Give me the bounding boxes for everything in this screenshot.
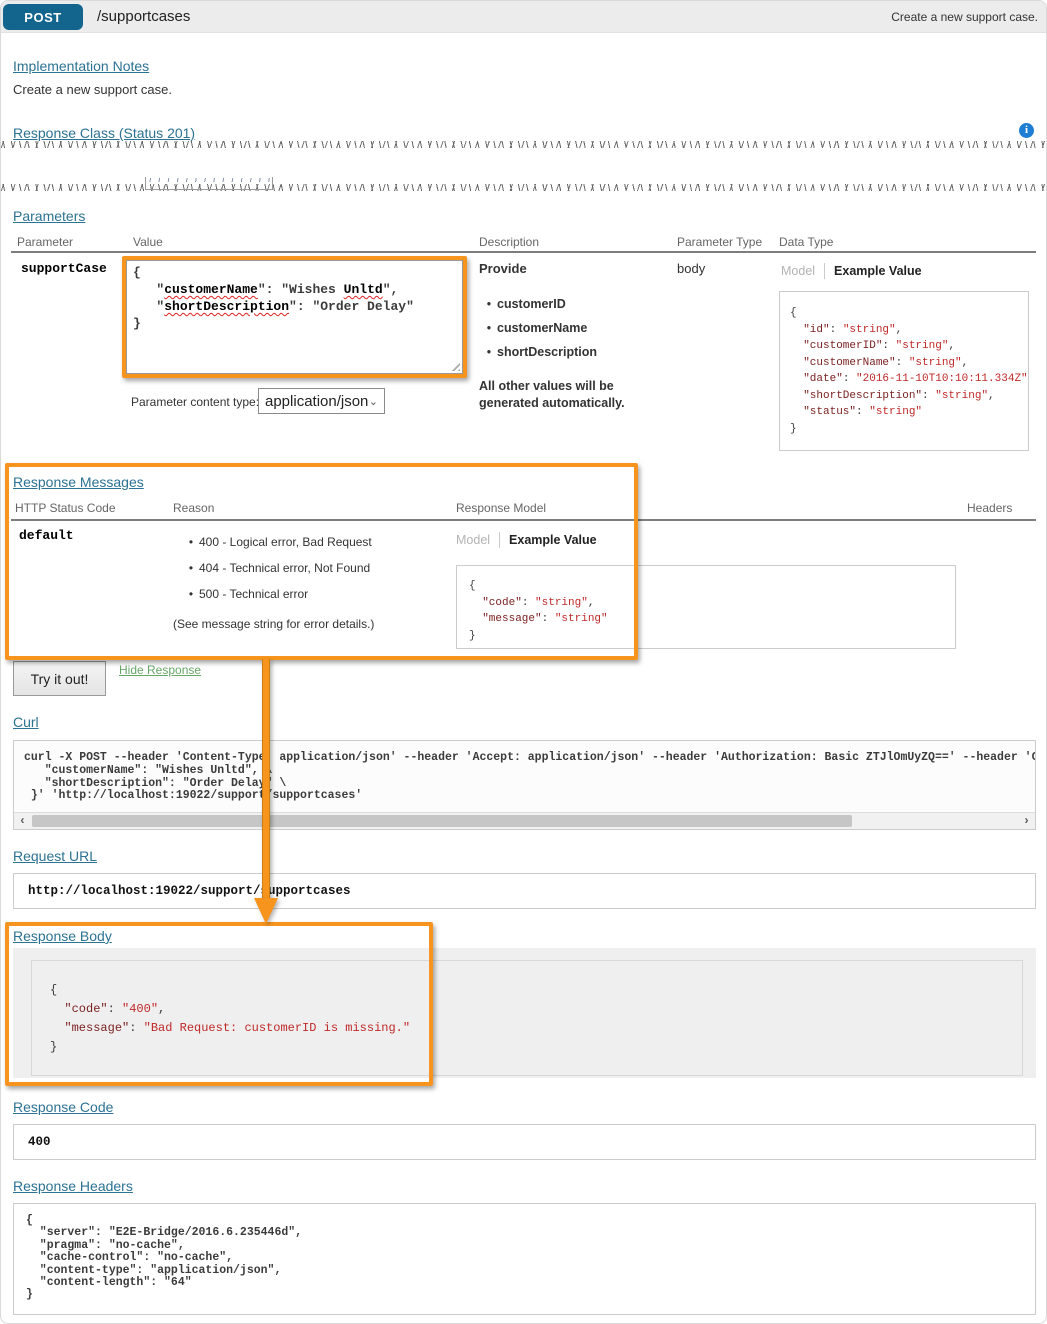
curl-command-box: curl -X POST --header 'Content-Type: app…: [13, 740, 1036, 830]
response-code-box: 400: [13, 1124, 1036, 1160]
try-it-out-button[interactable]: Try it out!: [13, 661, 106, 696]
operation-panel: POST /supportcases Create a new support …: [0, 0, 1047, 1324]
col-description: Description: [479, 235, 540, 249]
implementation-notes-heading[interactable]: Implementation Notes: [13, 58, 149, 74]
tab-example-value[interactable]: Example Value: [834, 264, 922, 278]
curl-heading[interactable]: Curl: [13, 714, 39, 730]
content-type-value: application/json: [265, 392, 369, 410]
col-parameter: Parameter: [17, 235, 74, 249]
col-http-status: HTTP Status Code: [15, 501, 116, 515]
response-code-heading[interactable]: Response Code: [13, 1099, 113, 1115]
reason-bullet-list: • 400 - Logical error, Bad Request • 404 - …: [188, 535, 372, 601]
content-type-label: Parameter content type:: [131, 395, 260, 409]
request-url-box: http://localhost:19022/support/supportca…: [13, 873, 1036, 909]
description-note: All other values will be generated autom…: [479, 379, 625, 410]
scrollbar-thumb[interactable]: [32, 815, 852, 827]
description-intro: Provide: [479, 261, 527, 276]
parameters-heading[interactable]: Parameters: [13, 208, 85, 224]
request-url-value: http://localhost:19022/support/supportca…: [28, 884, 351, 898]
tab-separator: [824, 263, 826, 279]
horizontal-scrollbar[interactable]: ‹ ›: [14, 812, 1035, 829]
operation-summary: Create a new support case.: [891, 10, 1038, 24]
parameter-value-textarea[interactable]: { "customerName": "Wishes Unltd", "short…: [126, 260, 463, 374]
table-rule: [11, 519, 1036, 521]
parameter-name: supportCase: [21, 261, 107, 276]
reason-note: (See message string for error details.): [173, 617, 375, 631]
col-reason: Reason: [173, 501, 215, 515]
response-messages-heading[interactable]: Response Messages: [13, 474, 144, 490]
col-parameter-type: Parameter Type: [677, 235, 763, 249]
parameter-type-cell: body: [677, 261, 706, 276]
response-code-value: 400: [28, 1135, 51, 1149]
data-type-tabs: Model Example Value: [781, 263, 922, 279]
torn-edge-top: [1, 141, 1046, 148]
info-icon[interactable]: i: [1019, 123, 1034, 138]
col-response-model: Response Model: [456, 501, 547, 515]
tab-example-value[interactable]: Example Value: [509, 533, 597, 547]
parameter-value-editor-highlight: { "customerName": "Wishes Unltd", "short…: [122, 256, 467, 378]
col-data-type: Data Type: [779, 235, 834, 249]
parameter-content-type-select[interactable]: application/json ⌄: [258, 388, 385, 414]
response-status-cell: default: [19, 528, 74, 543]
col-headers: Headers: [967, 501, 1013, 515]
response-class-heading[interactable]: Response Class (Status 201): [13, 125, 195, 141]
response-model-tabs: Model Example Value: [456, 532, 597, 548]
tab-model[interactable]: Model: [456, 533, 490, 547]
http-method-badge[interactable]: POST: [3, 4, 83, 30]
endpoint-path[interactable]: /supportcases: [97, 8, 190, 25]
response-headers-json: { "server": "E2E-Bridge/2016.6.235446d",…: [13, 1203, 1036, 1315]
scroll-right-icon[interactable]: ›: [1018, 813, 1035, 829]
torn-ui-fragment: [145, 177, 273, 190]
request-url-heading[interactable]: Request URL: [13, 848, 97, 864]
implementation-notes-text: Create a new support case.: [13, 82, 172, 97]
response-model-example-json: { "code": "string", "message": "string"}: [456, 565, 956, 649]
chevron-down-icon: ⌄: [368, 395, 378, 408]
resize-grip-icon[interactable]: [450, 361, 460, 371]
hide-response-link[interactable]: Hide Response: [119, 663, 201, 677]
response-headers-heading[interactable]: Response Headers: [13, 1178, 133, 1194]
tab-model[interactable]: Model: [781, 264, 815, 278]
response-body-heading[interactable]: Response Body: [13, 928, 112, 944]
col-value: Value: [133, 235, 163, 249]
scroll-left-icon[interactable]: ‹: [14, 813, 31, 829]
tab-separator: [499, 532, 501, 548]
data-type-example-json: { "id": "string", "customerID": "string"…: [779, 291, 1029, 451]
response-body-json: { "code": "400", "message": "Bad Request…: [31, 960, 1023, 1076]
table-rule: [11, 251, 1036, 253]
description-bullet-list: • customerID • customerName • shortDescriptio…: [486, 297, 598, 359]
operation-header: POST /supportcases Create a new support …: [1, 1, 1046, 33]
